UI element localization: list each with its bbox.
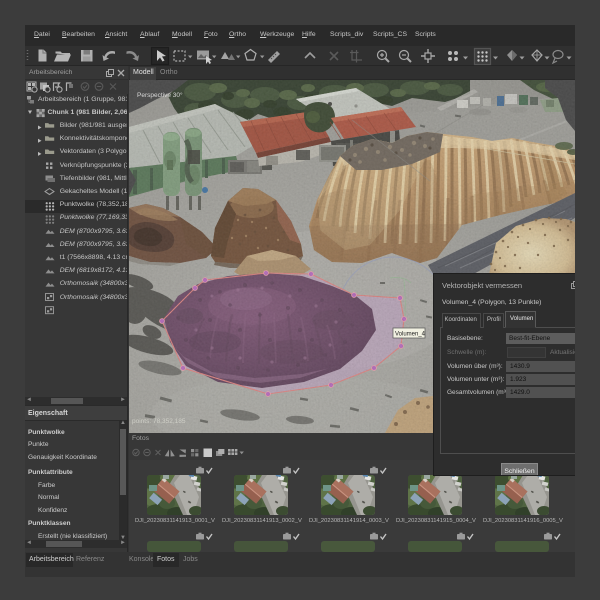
svg-text:Perspective 30°: Perspective 30° [137,91,183,99]
svg-text:Volumen_4: Volumen_4 [395,332,426,338]
svg-text:points: 78,352,185: points: 78,352,185 [132,418,186,425]
